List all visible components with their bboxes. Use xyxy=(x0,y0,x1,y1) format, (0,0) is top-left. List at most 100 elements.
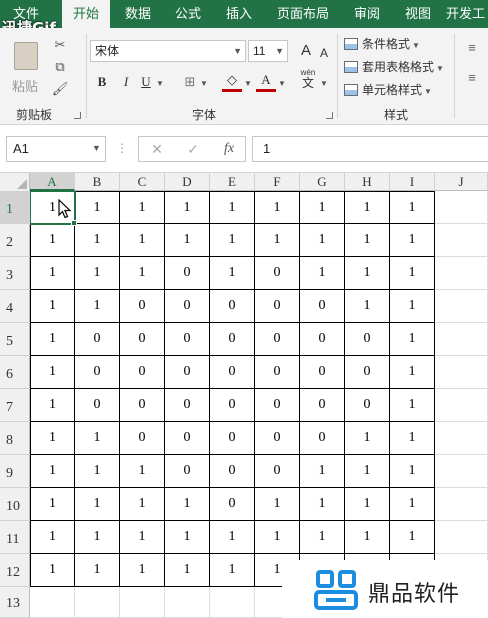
cell-f4[interactable]: 0 xyxy=(255,290,300,323)
cell-e9[interactable]: 0 xyxy=(210,455,255,488)
cell-f7[interactable]: 0 xyxy=(255,389,300,422)
cell-i2[interactable]: 1 xyxy=(390,224,435,257)
cell-d11[interactable]: 1 xyxy=(165,521,210,554)
cell-f1[interactable]: 1 xyxy=(255,191,300,224)
cell-d4[interactable]: 0 xyxy=(165,290,210,323)
cell-f5[interactable]: 0 xyxy=(255,323,300,356)
bold-button[interactable]: B xyxy=(92,72,112,92)
tab-view[interactable]: 视图 xyxy=(396,0,440,28)
cut-icon[interactable]: ✂ xyxy=(50,36,70,54)
row-header-10[interactable]: 10 xyxy=(0,488,30,521)
cell-i1[interactable]: 1 xyxy=(390,191,435,224)
cell-i10[interactable]: 1 xyxy=(390,488,435,521)
cell-c12[interactable]: 1 xyxy=(120,554,165,587)
cell-f9[interactable]: 0 xyxy=(255,455,300,488)
cell-c6[interactable]: 0 xyxy=(120,356,165,389)
row-header-3[interactable]: 3 xyxy=(0,257,30,290)
cell-b7[interactable]: 0 xyxy=(75,389,120,422)
column-header-g[interactable]: G xyxy=(300,173,345,191)
enter-icon[interactable]: ✓ xyxy=(181,137,205,161)
cell-b4[interactable]: 1 xyxy=(75,290,120,323)
underline-button[interactable]: U xyxy=(136,72,156,92)
cell-g6[interactable]: 0 xyxy=(300,356,345,389)
cell-e11[interactable]: 1 xyxy=(210,521,255,554)
cell-g9[interactable]: 1 xyxy=(300,455,345,488)
align-icon[interactable]: ≡ xyxy=(462,38,482,58)
cell-c7[interactable]: 0 xyxy=(120,389,165,422)
cell-h6[interactable]: 0 xyxy=(345,356,390,389)
cell-i6[interactable]: 1 xyxy=(390,356,435,389)
cell-c2[interactable]: 1 xyxy=(120,224,165,257)
cell-i8[interactable]: 1 xyxy=(390,422,435,455)
cell-e6[interactable]: 0 xyxy=(210,356,255,389)
cell-e12[interactable]: 1 xyxy=(210,554,255,587)
cell-h4[interactable]: 1 xyxy=(345,290,390,323)
row-header-6[interactable]: 6 xyxy=(0,356,30,389)
tab-review[interactable]: 审阅 xyxy=(345,0,389,28)
cell-f2[interactable]: 1 xyxy=(255,224,300,257)
align-icon[interactable]: ≡ xyxy=(462,68,482,88)
row-header-13[interactable]: 13 xyxy=(0,587,30,618)
shrink-font-button[interactable]: A xyxy=(314,43,334,63)
row-header-4[interactable]: 4 xyxy=(0,290,30,323)
cell-e10[interactable]: 0 xyxy=(210,488,255,521)
column-header-j[interactable]: J xyxy=(435,173,488,191)
cell-b11[interactable]: 1 xyxy=(75,521,120,554)
cell-b9[interactable]: 1 xyxy=(75,455,120,488)
tab-page-layout[interactable]: 页面布局 xyxy=(268,0,338,28)
row-header-9[interactable]: 9 xyxy=(0,455,30,488)
row-header-11[interactable]: 11 xyxy=(0,521,30,554)
cell-c10[interactable]: 1 xyxy=(120,488,165,521)
font-launcher-icon[interactable] xyxy=(326,112,333,119)
cell-c1[interactable]: 1 xyxy=(120,191,165,224)
cell-a4[interactable]: 1 xyxy=(30,290,75,323)
phonetic-guide-button[interactable]: wén 文 xyxy=(298,68,318,89)
cell-d5[interactable]: 0 xyxy=(165,323,210,356)
cell-area[interactable]: 1111111111111111111110101111100000111000… xyxy=(30,191,488,618)
cell-g2[interactable]: 1 xyxy=(300,224,345,257)
column-header-a[interactable]: A xyxy=(30,173,75,191)
cell-c5[interactable]: 0 xyxy=(120,323,165,356)
conditional-format-button[interactable]: 条件格式 ▼ xyxy=(344,34,420,54)
cell-a9[interactable]: 1 xyxy=(30,455,75,488)
cell-e1[interactable]: 1 xyxy=(210,191,255,224)
cell-b5[interactable]: 0 xyxy=(75,323,120,356)
cell-h3[interactable]: 1 xyxy=(345,257,390,290)
insert-function-icon[interactable]: fx xyxy=(217,137,241,161)
cell-b6[interactable]: 0 xyxy=(75,356,120,389)
cell-d10[interactable]: 1 xyxy=(165,488,210,521)
cell-g7[interactable]: 0 xyxy=(300,389,345,422)
row-header-8[interactable]: 8 xyxy=(0,422,30,455)
cell-b2[interactable]: 1 xyxy=(75,224,120,257)
tab-data[interactable]: 数据 xyxy=(112,0,164,28)
cell-d2[interactable]: 1 xyxy=(165,224,210,257)
tab-insert[interactable]: 插入 xyxy=(216,0,262,28)
column-header-e[interactable]: E xyxy=(210,173,255,191)
cell-f6[interactable]: 0 xyxy=(255,356,300,389)
cell-e5[interactable]: 0 xyxy=(210,323,255,356)
cell-h10[interactable]: 1 xyxy=(345,488,390,521)
row-header-2[interactable]: 2 xyxy=(0,224,30,257)
format-painter-icon[interactable]: 🖌 xyxy=(50,80,70,98)
column-header-i[interactable]: I xyxy=(390,173,435,191)
column-header-f[interactable]: F xyxy=(255,173,300,191)
cell-d12[interactable]: 1 xyxy=(165,554,210,587)
cell-d1[interactable]: 1 xyxy=(165,191,210,224)
cell-i7[interactable]: 1 xyxy=(390,389,435,422)
cell-i5[interactable]: 1 xyxy=(390,323,435,356)
cell-b10[interactable]: 1 xyxy=(75,488,120,521)
cell-h11[interactable]: 1 xyxy=(345,521,390,554)
cell-b3[interactable]: 1 xyxy=(75,257,120,290)
cell-h1[interactable]: 1 xyxy=(345,191,390,224)
fill-color-icon[interactable]: ◇ xyxy=(222,70,242,92)
column-header-h[interactable]: H xyxy=(345,173,390,191)
cell-g5[interactable]: 0 xyxy=(300,323,345,356)
cell-d3[interactable]: 0 xyxy=(165,257,210,290)
cell-e2[interactable]: 1 xyxy=(210,224,255,257)
font-size-select[interactable]: 11 ▼ xyxy=(248,40,288,62)
cell-h9[interactable]: 1 xyxy=(345,455,390,488)
cell-a10[interactable]: 1 xyxy=(30,488,75,521)
cell-e7[interactable]: 0 xyxy=(210,389,255,422)
row-header-5[interactable]: 5 xyxy=(0,323,30,356)
tab-formulas[interactable]: 公式 xyxy=(166,0,210,28)
